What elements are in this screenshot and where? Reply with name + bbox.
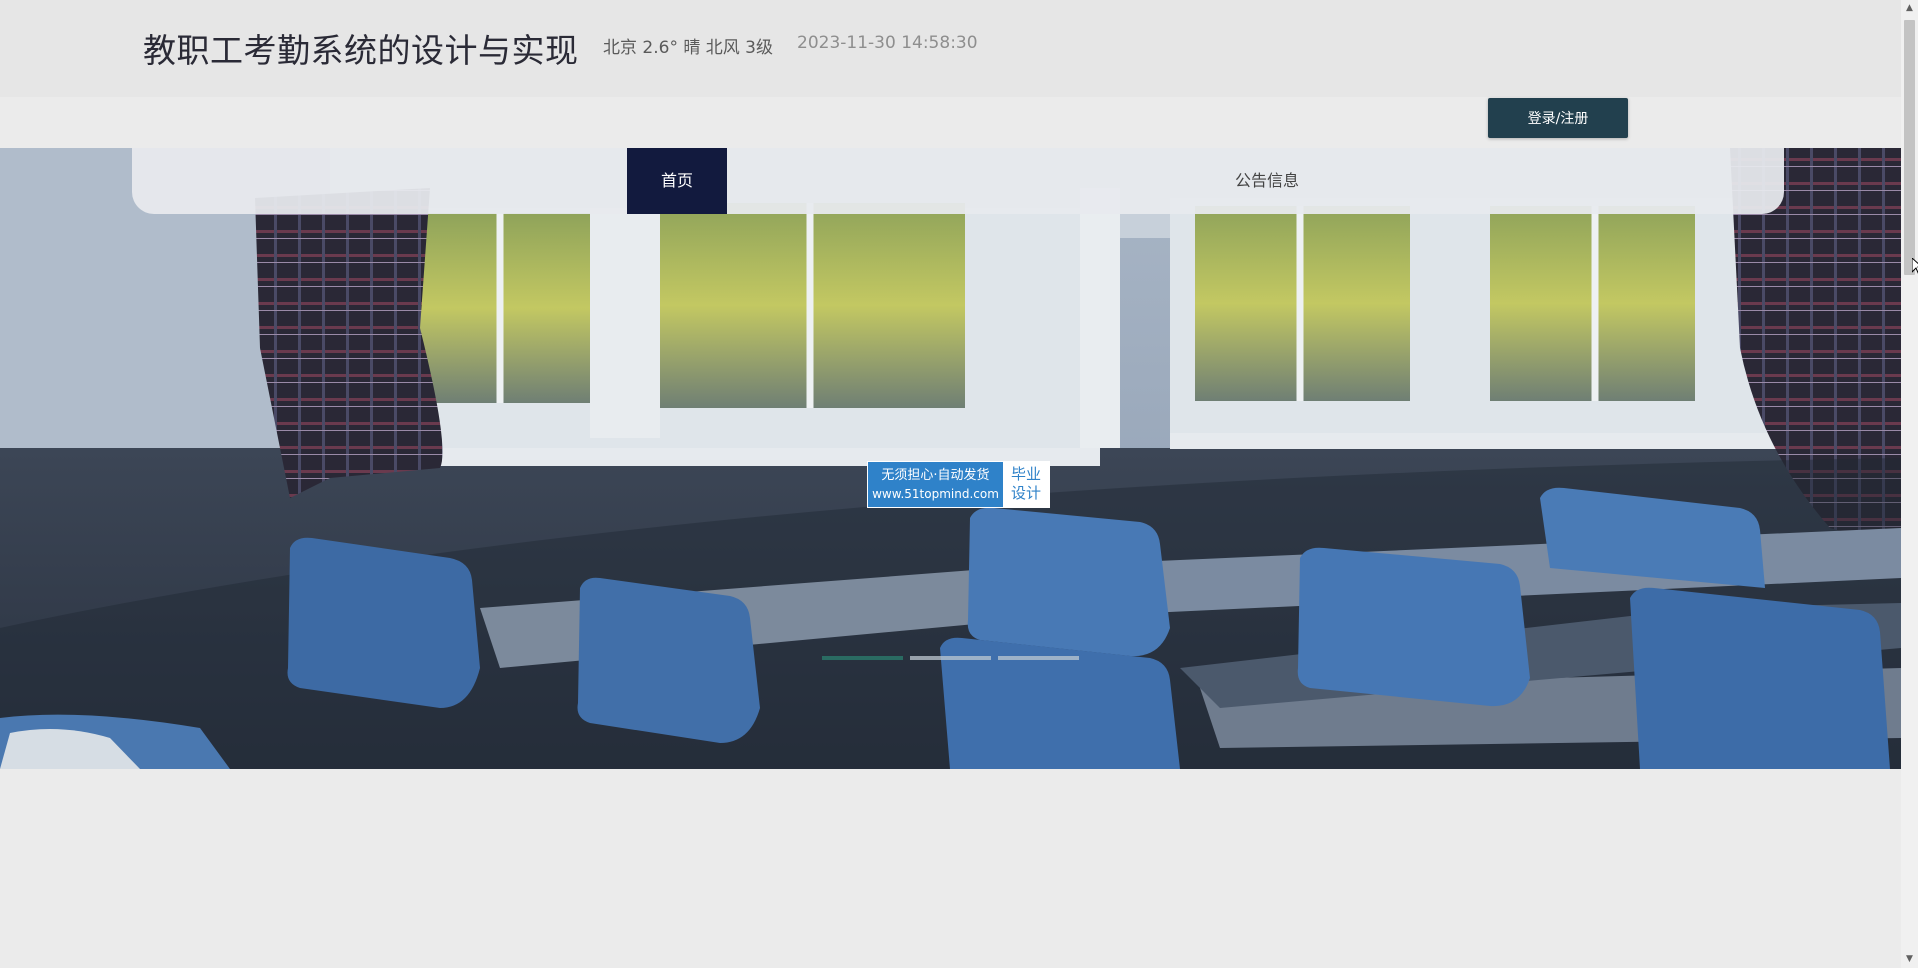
main-nav: 首页 公告信息 (132, 148, 1784, 214)
carousel-indicator-3[interactable] (998, 656, 1079, 660)
login-register-button[interactable]: 登录/注册 (1488, 98, 1628, 138)
watermark-tag-line2: 设计 (1010, 484, 1041, 502)
carousel-indicator-1[interactable] (822, 656, 903, 660)
header: 教职工考勤系统的设计与实现 北京 2.6° 晴 北风 3级 2023-11-30… (0, 0, 1901, 97)
watermark-badge: 无须担心·自动发货 www.51topmind.com 毕业 设计 (867, 461, 1050, 508)
watermark-tag-line1: 毕业 (1010, 465, 1041, 483)
weather-info: 北京 2.6° 晴 北风 3级 (603, 38, 773, 58)
site-title: 教职工考勤系统的设计与实现 (143, 31, 579, 70)
watermark-url: www.51topmind.com (872, 487, 999, 501)
carousel-indicators (822, 656, 1079, 660)
vertical-scrollbar[interactable]: ▲ ▼ (1901, 0, 1918, 968)
watermark-tag: 毕业 设计 (1003, 462, 1049, 507)
mouse-cursor-icon (1912, 258, 1918, 274)
nav-item-home[interactable]: 首页 (627, 148, 727, 214)
carousel-indicator-2[interactable] (910, 656, 991, 660)
current-datetime: 2023-11-30 14:58:30 (797, 33, 978, 53)
page: 教职工考勤系统的设计与实现 北京 2.6° 晴 北风 3级 2023-11-30… (0, 0, 1918, 968)
scrollbar-thumb[interactable] (1904, 20, 1915, 275)
banner-carousel: 无须担心·自动发货 www.51topmind.com 毕业 设计 (0, 148, 1901, 769)
classroom-banner-image (0, 148, 1901, 769)
scroll-down-arrow-icon[interactable]: ▼ (1901, 951, 1918, 968)
watermark-text: 无须担心·自动发货 www.51topmind.com (868, 462, 1003, 507)
nav-item-announcements[interactable]: 公告信息 (1202, 148, 1332, 214)
scroll-up-arrow-icon[interactable]: ▲ (1901, 0, 1918, 17)
watermark-line1: 无须担心·自动发货 (881, 468, 990, 483)
